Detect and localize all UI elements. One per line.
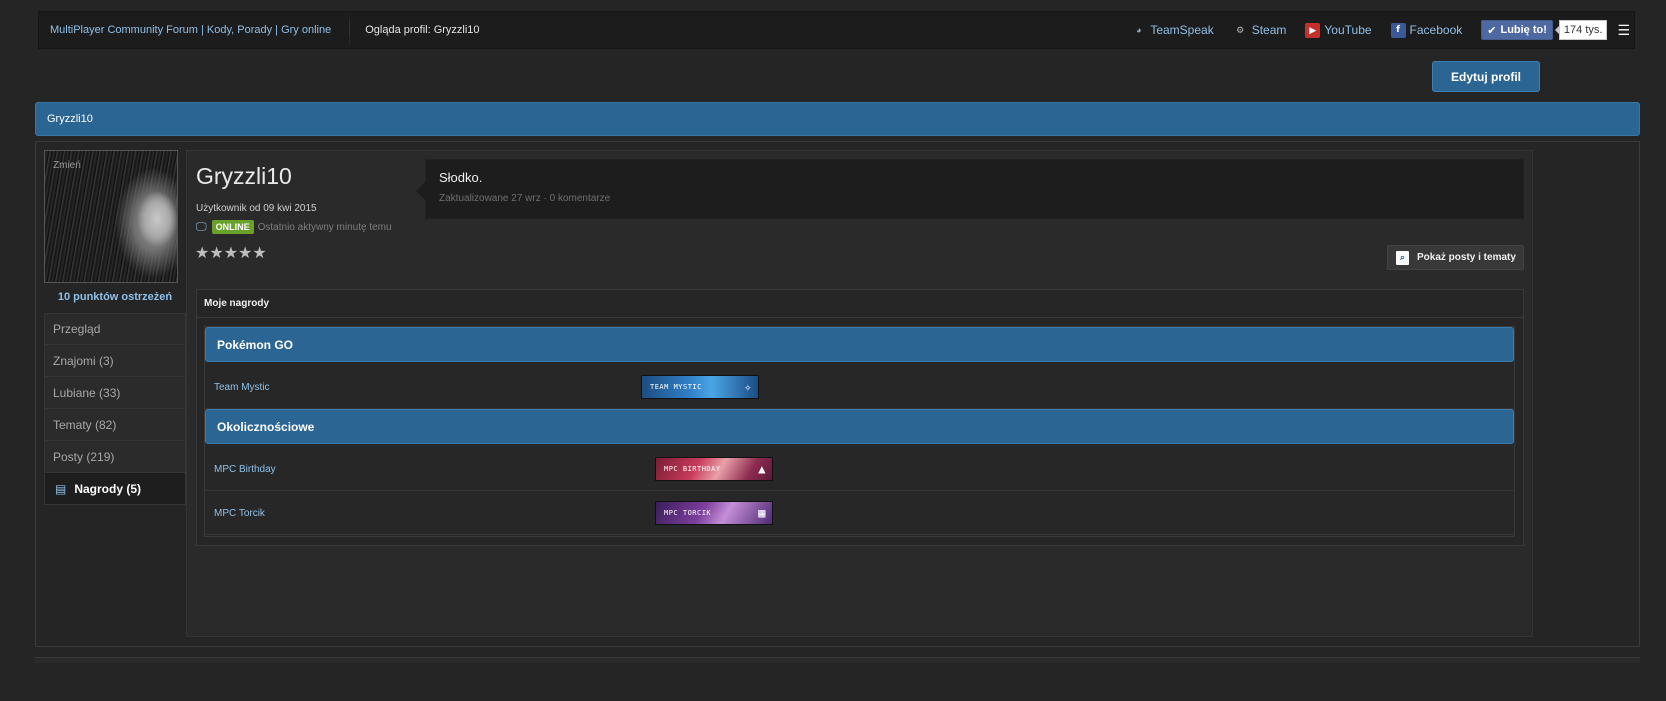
facebook-icon: f: [1390, 22, 1406, 38]
award-category-pokemon: Pokémon GO: [205, 327, 1514, 362]
award-row: MPC Birthday MPC BIRTHDAY ▲: [205, 448, 1514, 491]
awards-title: Moje nagrody: [196, 289, 1524, 318]
like-count: 174 tys.: [1554, 20, 1608, 40]
award-name[interactable]: Team Mystic: [214, 382, 270, 393]
status-meta[interactable]: Zaktualizowane 27 wrz · 0 komentarze: [439, 193, 610, 204]
cake-icon: ▦: [758, 506, 766, 520]
award-category-occasional: Okolicznościowe: [205, 409, 1514, 444]
teamspeak-link[interactable]: ◕ TeamSpeak: [1131, 23, 1214, 38]
show-posts-button[interactable]: ⌕ Pokaż posty i tematy: [1387, 245, 1524, 270]
nav-item-friends[interactable]: Znajomi (3): [44, 345, 186, 377]
breadcrumb-home[interactable]: MultiPlayer Community Forum | Kody, Pora…: [39, 12, 351, 48]
username: Gryzzli10: [196, 163, 292, 189]
bottom-divider: [35, 657, 1640, 663]
facebook-link[interactable]: f Facebook: [1390, 22, 1462, 38]
document-icon: ▤: [55, 481, 67, 496]
nav-item-overview[interactable]: Przegląd: [44, 313, 186, 345]
monitor-icon: 🖵: [196, 220, 207, 233]
award-name[interactable]: MPC Birthday: [214, 464, 276, 475]
youtube-icon: ▶: [1305, 22, 1321, 38]
status-update: Słodko. Zaktualizowane 27 wrz · 0 koment…: [416, 159, 1524, 219]
steam-icon: ⚙: [1236, 24, 1245, 35]
award-banner: MPC BIRTHDAY ▲: [655, 457, 773, 481]
online-badge: ONLINE: [211, 220, 254, 234]
avatar[interactable]: Zmień: [44, 150, 178, 283]
award-banner: MPC TORCIK ▦: [655, 501, 773, 525]
member-since: Użytkownik od 09 kwi 2015: [196, 203, 317, 214]
warning-points[interactable]: 10 punktów ostrzeżeń: [44, 291, 186, 303]
award-row: MPC Torcik MPC TORCIK ▦: [205, 492, 1514, 535]
search-document-icon: ⌕: [1396, 250, 1409, 265]
nav-item-awards[interactable]: ▤ Nagrody (5): [44, 473, 186, 505]
profile-title-bar: Gryzzli10: [35, 102, 1640, 136]
teamspeak-icon: ◕: [1136, 25, 1142, 35]
pokeball-icon: ✧: [744, 380, 752, 394]
facebook-like-button[interactable]: ✔ Lubię to!: [1481, 20, 1553, 40]
checkmark-icon: ✔: [1487, 24, 1497, 37]
profile-nav: Przegląd Znajomi (3) Lubiane (33) Tematy…: [44, 313, 186, 505]
social-links: ◕ TeamSpeak ⚙ Steam ▶ YouTube f Facebook…: [1131, 12, 1634, 48]
edit-profile-button[interactable]: Edytuj profil: [1432, 61, 1540, 92]
steam-link[interactable]: ⚙ Steam: [1233, 23, 1286, 38]
nav-item-liked[interactable]: Lubiane (33): [44, 377, 186, 409]
youtube-link[interactable]: ▶ YouTube: [1305, 22, 1372, 38]
rating-stars[interactable]: ★★★★★: [195, 243, 267, 263]
nav-item-topics[interactable]: Tematy (82): [44, 409, 186, 441]
breadcrumb-current: Ogląda profil: Gryzzli10: [365, 24, 480, 36]
award-row: Team Mystic TEAM MYSTIC ✧: [205, 366, 1514, 409]
party-hat-icon: ▲: [758, 462, 766, 476]
award-banner: TEAM MYSTIC ✧: [641, 375, 759, 399]
last-active: Ostatnio aktywny minutę temu: [257, 221, 392, 233]
top-bar: MultiPlayer Community Forum | Kody, Pora…: [38, 11, 1635, 49]
award-name[interactable]: MPC Torcik: [214, 508, 265, 519]
online-status: 🖵 ONLINE Ostatnio aktywny minutę temu: [196, 220, 392, 234]
nav-item-posts[interactable]: Posty (219): [44, 441, 186, 473]
status-text: Słodko.: [439, 170, 483, 185]
avatar-change-label[interactable]: Zmień: [53, 160, 81, 171]
list-menu-icon[interactable]: ☰: [1617, 22, 1630, 39]
